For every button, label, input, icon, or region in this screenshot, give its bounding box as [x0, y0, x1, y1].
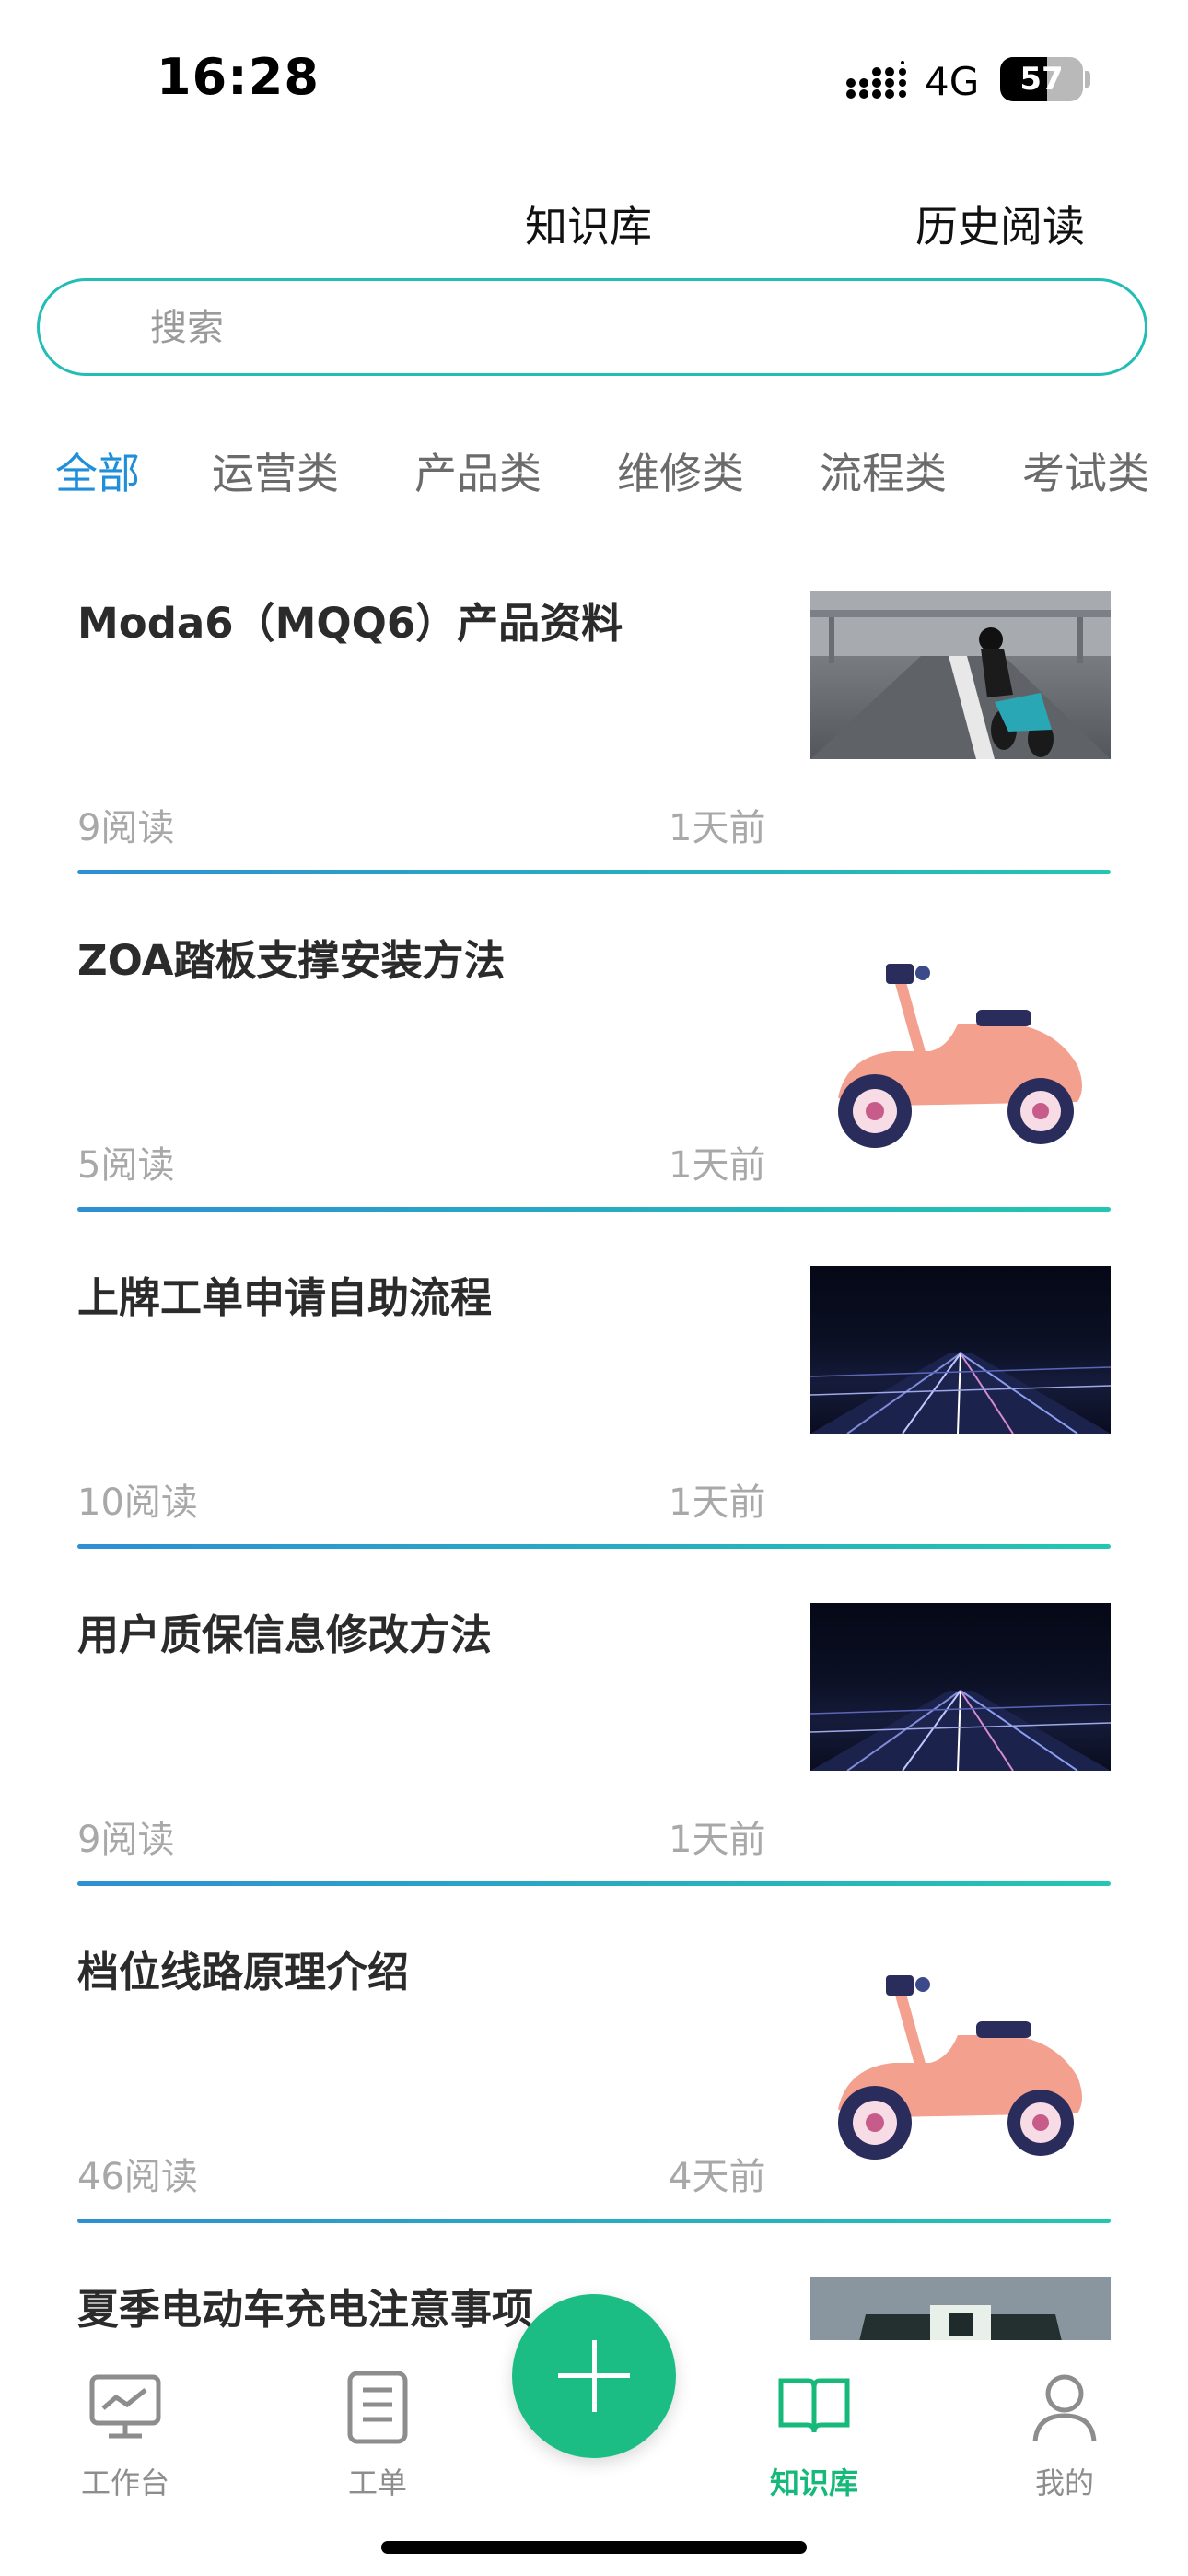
- nav-item-me[interactable]: 我的: [991, 2368, 1138, 2502]
- category-tab-process[interactable]: 流程类: [820, 440, 947, 501]
- tab-history-reading[interactable]: 历史阅读: [915, 193, 1085, 254]
- light-speed-photo-icon: [810, 1690, 1111, 1771]
- list-item[interactable]: ZOA踏板支撑安装方法 5阅读 1天前: [77, 881, 1111, 1218]
- article-reads: 5阅读: [77, 1144, 175, 1187]
- article-time: 1天前: [669, 1481, 766, 1524]
- store-building-photo-icon: [810, 2277, 1111, 2340]
- category-tab-operations[interactable]: 运营类: [212, 440, 339, 501]
- nav-item-work-order[interactable]: 工单: [304, 2368, 451, 2502]
- article-thumbnail: [810, 1603, 1111, 1771]
- article-reads: 46阅读: [77, 2156, 198, 2198]
- scooter-illustration-icon: [838, 964, 1082, 1148]
- article-thumbnail: [810, 1948, 1111, 2169]
- item-divider: [77, 1881, 1111, 1886]
- article-title: 上牌工单申请自助流程: [77, 1273, 493, 1322]
- add-button[interactable]: [512, 2294, 676, 2458]
- category-tabs: 全部 运营类 产品类 维修类 流程类 考试类: [0, 433, 1188, 507]
- battery-level: 57: [1019, 61, 1064, 98]
- status-time: 16:28: [157, 48, 320, 106]
- list-item[interactable]: 用户质保信息修改方法 9阅读 1天前: [77, 1555, 1111, 1892]
- open-book-icon: [778, 2378, 850, 2433]
- article-time: 1天前: [669, 1819, 766, 1861]
- article-title: Moda6（MQQ6）产品资料: [77, 599, 623, 648]
- nav-label: 工单: [347, 2465, 407, 2500]
- article-reads: 9阅读: [77, 1819, 175, 1861]
- article-reads: 9阅读: [77, 807, 175, 849]
- status-bar: 16:28 4G 57: [0, 0, 1188, 157]
- category-tab-repair[interactable]: 维修类: [617, 440, 744, 501]
- battery-nub: [1085, 71, 1090, 88]
- home-indicator[interactable]: [381, 2541, 807, 2554]
- category-tab-exam[interactable]: 考试类: [1022, 440, 1149, 501]
- category-tab-products[interactable]: 产品类: [414, 440, 542, 501]
- user-icon: [1032, 2374, 1097, 2442]
- category-tab-all[interactable]: 全部: [55, 440, 140, 501]
- article-title: 档位线路原理介绍: [77, 1948, 410, 1996]
- article-reads: 10阅读: [77, 1481, 198, 1524]
- search-input[interactable]: [148, 301, 1073, 355]
- nav-item-workbench[interactable]: 工作台: [52, 2368, 199, 2502]
- nav-label: 工作台: [80, 2465, 169, 2500]
- article-thumbnail: [810, 2277, 1111, 2340]
- nav-label: 我的: [1034, 2465, 1094, 2500]
- clipboard-icon: [347, 2371, 408, 2444]
- signal-icon: [846, 61, 906, 99]
- tab-knowledge-base[interactable]: 知识库: [525, 193, 652, 254]
- article-thumbnail: [810, 591, 1111, 759]
- nav-label: 知识库: [769, 2465, 858, 2500]
- article-time: 1天前: [669, 807, 766, 849]
- list-item[interactable]: 档位线路原理介绍 46阅读 4天前: [77, 1892, 1111, 2230]
- list-item[interactable]: 上牌工单申请自助流程 10阅读 1天前: [77, 1218, 1111, 1555]
- item-divider: [77, 870, 1111, 874]
- item-divider: [77, 1207, 1111, 1212]
- nav-item-knowledge-base[interactable]: 知识库: [740, 2368, 888, 2502]
- scooter-illustration-icon: [838, 1975, 1082, 2160]
- plus-icon: [592, 2340, 597, 2412]
- item-divider: [77, 2219, 1111, 2223]
- article-time: 1天前: [669, 1144, 766, 1187]
- list-item[interactable]: Moda6（MQQ6）产品资料 9阅读 1天前: [77, 544, 1111, 881]
- article-thumbnail: [810, 1266, 1111, 1434]
- article-title: 用户质保信息修改方法: [77, 1610, 493, 1659]
- network-type: 4G: [925, 59, 980, 104]
- battery-icon: 57: [1000, 57, 1083, 101]
- search-box[interactable]: [37, 278, 1147, 376]
- article-time: 4天前: [669, 2156, 766, 2198]
- article-title: ZOA踏板支撑安装方法: [77, 936, 506, 985]
- item-divider: [77, 1544, 1111, 1549]
- motorcycle-photo-icon: [810, 591, 1111, 759]
- light-speed-photo-icon: [810, 1352, 1111, 1434]
- article-thumbnail: [810, 936, 1111, 1157]
- monitor-chart-icon: [89, 2374, 161, 2439]
